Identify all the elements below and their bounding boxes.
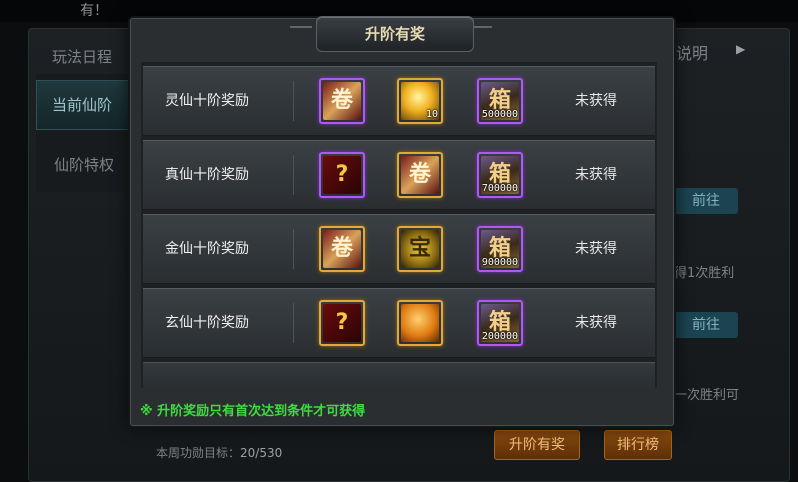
item-count: 10 <box>425 109 438 120</box>
item-glyph <box>401 304 439 342</box>
weekly-goal-text: 本周功勋目标： <box>156 446 241 460</box>
scroll-chest-icon: 卷 <box>401 156 439 194</box>
item-glyph: 卷 <box>408 162 431 187</box>
mystery-item-icon: ? <box>323 304 361 342</box>
win-hint-1: 得1次胜利 <box>674 266 735 281</box>
treasure-chest-icon: 箱 500000 <box>481 82 519 120</box>
dialog-title: 升阶有奖 <box>364 25 425 43</box>
reward-item-slot[interactable]: 箱 700000 <box>477 152 523 198</box>
reward-item-slot[interactable]: 箱 500000 <box>477 78 523 124</box>
divider <box>293 81 294 121</box>
reward-item-slot[interactable]: 宝 <box>397 226 443 272</box>
reward-item-slot[interactable]: ? <box>319 152 365 198</box>
reward-status: 未获得 <box>575 241 617 257</box>
treasure-chest-icon: 箱 900000 <box>481 230 519 268</box>
reward-item-slot[interactable]: ? <box>319 300 365 346</box>
goto-button-1[interactable]: 前往 <box>674 188 738 214</box>
amber-gem-icon <box>401 304 439 342</box>
reward-note: ※ 升阶奖励只有首次达到条件才可获得 <box>140 404 366 419</box>
item-glyph: ? <box>335 162 349 187</box>
item-glyph: 卷 <box>330 88 353 113</box>
mystery-item-icon: ? <box>323 156 361 194</box>
item-count: 700000 <box>481 183 518 194</box>
tab-current-rank-label: 当前仙阶 <box>52 96 113 114</box>
gold-box-icon: 宝 <box>401 230 439 268</box>
scroll-chest-icon: 卷 <box>323 82 361 120</box>
reward-item-slot[interactable]: 箱1200000 <box>477 300 523 346</box>
reward-tier-name: 灵仙十阶奖励 <box>165 93 249 109</box>
reward-item-slot[interactable]: 箱 900000 <box>477 226 523 272</box>
reward-status: 未获得 <box>575 93 617 109</box>
divider <box>293 155 294 195</box>
item-glyph: 宝 <box>408 236 431 261</box>
list-item: 灵仙十阶奖励 卷 10 箱 500000 未获得 <box>143 66 655 136</box>
list-item: 真仙十阶奖励? 卷 箱 700000 未获得 <box>143 140 655 210</box>
scroll-chest-icon: 卷 <box>323 230 361 268</box>
divider <box>293 229 294 269</box>
divider <box>293 303 294 343</box>
list-item: 玄仙十阶奖励? 箱1200000 未获得 <box>143 288 655 358</box>
item-glyph: ? <box>335 310 349 335</box>
item-count: 1200000 <box>481 331 518 342</box>
gold-orb-icon: 10 <box>401 82 439 120</box>
weekly-goal-label: 本周功勋目标：20/530 <box>156 444 282 461</box>
rank-reward-button[interactable]: 升阶有奖 <box>494 430 580 460</box>
reward-status: 未获得 <box>575 315 617 331</box>
list-item: 金仙十阶奖励 卷 宝 箱 900000 未获得 <box>143 214 655 284</box>
reward-item-slot[interactable] <box>397 300 443 346</box>
reward-status: 未获得 <box>575 167 617 183</box>
title-ornament-left <box>290 26 312 42</box>
item-count: 900000 <box>481 257 518 268</box>
treasure-chest-icon: 箱1200000 <box>481 304 519 342</box>
dialog-title-bar: 升阶有奖 <box>316 16 474 52</box>
top-bar-text: 有！ <box>80 3 108 19</box>
list-item-empty <box>143 362 655 389</box>
item-glyph: 卷 <box>330 236 353 261</box>
chevron-right-icon[interactable]: ▶ <box>736 42 752 58</box>
reward-item-slot[interactable]: 10 <box>397 78 443 124</box>
tab-rank-privilege[interactable]: 仙阶特权 <box>54 154 114 175</box>
side-title: 玩法日程 <box>52 48 113 66</box>
item-count: 500000 <box>481 109 518 120</box>
help-title: 说明 <box>676 44 709 63</box>
reward-tier-name: 玄仙十阶奖励 <box>165 315 249 331</box>
goto-button-2[interactable]: 前往 <box>674 312 738 338</box>
weekly-goal-value: 20/530 <box>240 446 283 460</box>
reward-item-slot[interactable]: 卷 <box>319 78 365 124</box>
leaderboard-button[interactable]: 排行榜 <box>604 430 672 460</box>
reward-tier-name: 真仙十阶奖励 <box>165 167 249 183</box>
reward-item-slot[interactable]: 卷 <box>397 152 443 198</box>
reward-tier-name: 金仙十阶奖励 <box>165 241 249 257</box>
win-hint-2: 一次胜利可 <box>674 388 740 403</box>
reward-item-slot[interactable]: 卷 <box>319 226 365 272</box>
treasure-chest-icon: 箱 700000 <box>481 156 519 194</box>
